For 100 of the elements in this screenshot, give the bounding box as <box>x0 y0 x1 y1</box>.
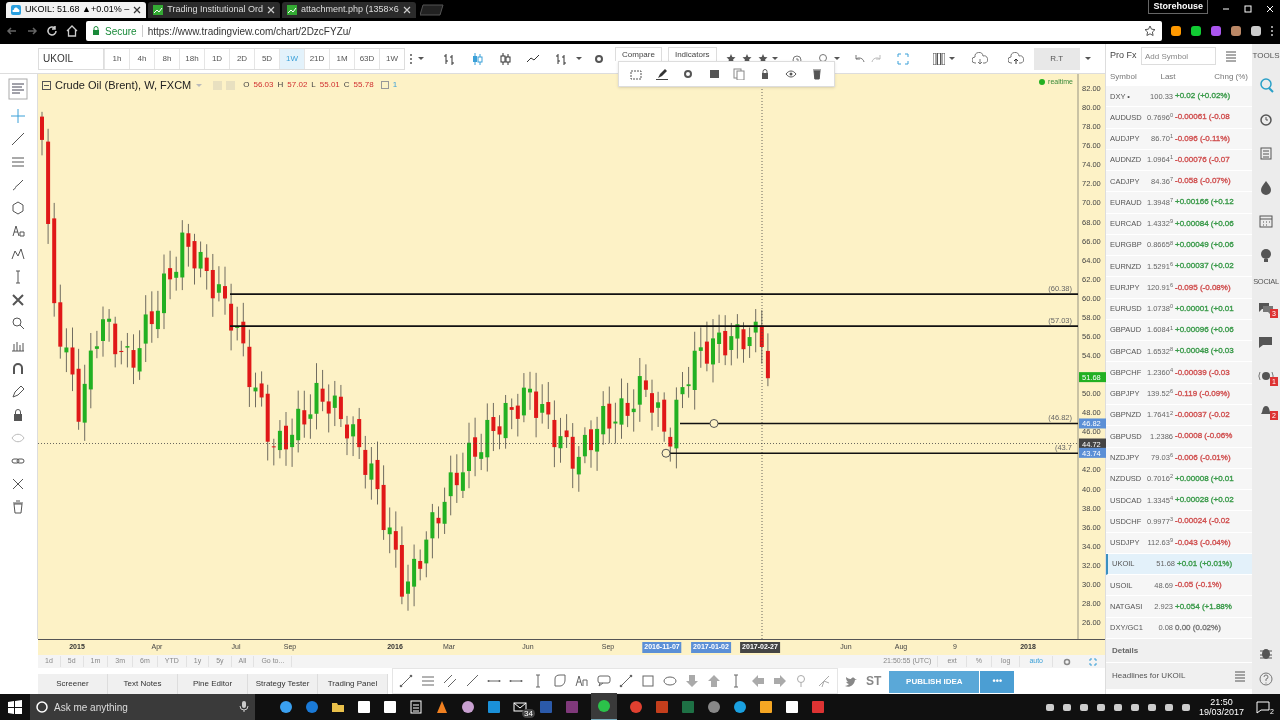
column-header[interactable]: Last <box>1148 71 1188 83</box>
calendar-icon[interactable] <box>1258 213 1274 229</box>
app-icon[interactable] <box>383 700 397 714</box>
address-bar[interactable]: Secure https://www.tradingview.com/chart/2DzcFYZu/ <box>86 21 1162 41</box>
add-symbol-field[interactable]: Add Symbol <box>1141 47 1216 65</box>
text-icon[interactable] <box>11 224 26 238</box>
lightbulb-icon[interactable] <box>1258 247 1274 263</box>
bug-icon[interactable] <box>1259 646 1273 660</box>
caret-icon[interactable] <box>575 56 583 61</box>
pattern-icon[interactable] <box>11 247 26 261</box>
app-icon[interactable] <box>461 700 475 714</box>
eye-icon[interactable] <box>785 68 798 80</box>
symbol-field[interactable]: UKOIL <box>38 47 104 70</box>
pencil-line-icon[interactable] <box>11 132 26 146</box>
extension-icon[interactable] <box>1170 25 1182 37</box>
icons-icon[interactable] <box>11 293 26 307</box>
windows-start-icon[interactable] <box>8 700 22 714</box>
trend-line-icon[interactable] <box>619 674 633 688</box>
traffic-cone-icon[interactable] <box>435 700 449 714</box>
chat-icon[interactable] <box>1258 334 1274 351</box>
zoom-icon[interactable] <box>11 316 26 330</box>
column-header[interactable]: Symbol <box>1110 71 1148 83</box>
measure-icon[interactable] <box>11 339 26 353</box>
browser-tab[interactable]: UKOIL: 51.68 ▲+0.01% – <box>6 2 147 18</box>
callout-icon[interactable] <box>597 674 611 688</box>
caret-icon[interactable] <box>770 56 779 61</box>
curve-icon[interactable] <box>553 674 567 688</box>
interval-button[interactable]: 2D <box>229 48 254 69</box>
drop-icon[interactable] <box>1258 179 1274 195</box>
text-icon[interactable] <box>575 674 589 688</box>
more-icon[interactable] <box>409 51 413 66</box>
interval-button[interactable]: 1W <box>379 48 404 69</box>
hollow-candles-icon[interactable] <box>498 51 512 66</box>
line-handle[interactable] <box>661 448 671 458</box>
caret-icon[interactable] <box>1083 56 1092 61</box>
interval-button[interactable]: 21D <box>304 48 329 69</box>
home-icon[interactable] <box>66 25 78 37</box>
brush-icon[interactable] <box>11 178 26 192</box>
trend-line-icon[interactable] <box>399 674 413 688</box>
caret-icon[interactable] <box>832 56 841 61</box>
interval-button[interactable]: 18h <box>179 48 204 69</box>
interval-button[interactable]: 4h <box>129 48 154 69</box>
search-box[interactable]: Ask me anything <box>30 694 255 720</box>
details-panel[interactable]: Details <box>1106 639 1252 663</box>
ellipse-icon[interactable] <box>663 674 677 688</box>
notifications-icon[interactable] <box>1256 700 1270 714</box>
search-icon[interactable] <box>1258 77 1274 93</box>
browser-tab[interactable]: attachment.php (1358×6 <box>281 2 416 18</box>
undo-icon[interactable] <box>852 52 865 65</box>
collapse-icon[interactable] <box>41 80 51 90</box>
star-icon[interactable] <box>1144 25 1156 37</box>
logo-icon <box>8 78 29 100</box>
shape-icon[interactable] <box>11 201 26 215</box>
price-change: -0.096 (-0.11%) <box>1175 132 1230 145</box>
bar-chart-icon[interactable] <box>442 51 456 66</box>
remove-drawings-icon[interactable] <box>11 477 26 491</box>
parallel-channel-icon[interactable] <box>443 674 457 688</box>
trash-icon[interactable] <box>11 500 26 514</box>
ray-icon[interactable] <box>465 674 479 688</box>
interval-button[interactable]: 1D <box>204 48 229 69</box>
pencil-icon[interactable] <box>655 68 668 80</box>
layers-icon[interactable] <box>707 68 720 80</box>
forward-icon[interactable] <box>26 25 38 37</box>
pencil-icon[interactable] <box>11 385 26 399</box>
line-handle[interactable] <box>709 419 719 428</box>
horizontal-line[interactable] <box>679 422 1079 425</box>
browser-tab[interactable]: Trading Institutional Ord <box>148 2 280 18</box>
interval-button[interactable]: 63D <box>354 48 379 69</box>
caret-icon[interactable] <box>947 56 956 61</box>
bar-chart-icon[interactable] <box>554 51 568 66</box>
app-icon[interactable] <box>279 700 293 714</box>
folder-icon[interactable] <box>331 700 345 714</box>
caret-icon[interactable] <box>417 56 425 61</box>
magnet-icon[interactable] <box>11 362 26 376</box>
account-button[interactable]: R.T <box>1033 47 1080 70</box>
cloud-download-icon[interactable] <box>971 52 988 65</box>
price-change: +0.00048 (+0.03 <box>1175 345 1234 358</box>
interval-button[interactable]: 1h <box>104 48 129 69</box>
stocktwits-button[interactable]: ST <box>866 672 882 690</box>
interval-button[interactable]: 1M <box>329 48 354 69</box>
menu-icon[interactable] <box>1270 25 1274 37</box>
cloud-upload-icon[interactable] <box>1007 52 1024 65</box>
app-icon[interactable] <box>733 700 747 714</box>
back-icon[interactable] <box>6 25 18 37</box>
calculator-icon[interactable] <box>409 700 423 714</box>
help-icon[interactable] <box>1259 672 1273 686</box>
restore-icon[interactable] <box>1243 4 1253 14</box>
search-field[interactable]: Ask me anything <box>54 699 233 715</box>
reload-icon[interactable] <box>46 25 58 37</box>
alarm-clock-icon[interactable] <box>1258 111 1274 127</box>
candles-icon[interactable] <box>470 51 484 66</box>
trash-icon[interactable] <box>811 68 824 80</box>
profile-name[interactable]: Storehouse <box>1148 0 1208 14</box>
tools-label: TOOLS <box>1252 50 1280 62</box>
app-icon[interactable] <box>759 700 773 714</box>
extension-icon[interactable] <box>1250 25 1262 37</box>
bird-icon[interactable] <box>844 676 858 688</box>
layout-grid-icon[interactable] <box>932 52 945 65</box>
interval-button[interactable]: 8h <box>154 48 179 69</box>
column-header[interactable]: Chng (%) <box>1188 71 1248 83</box>
